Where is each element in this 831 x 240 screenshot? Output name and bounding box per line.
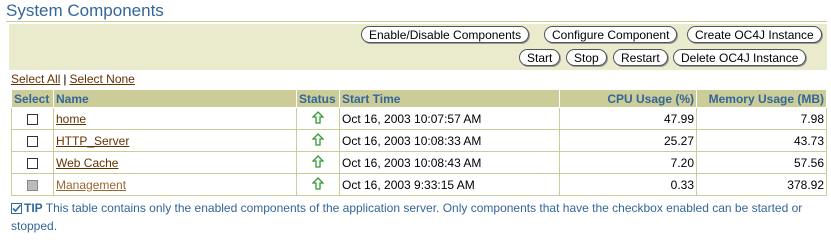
cpu-usage: 47.99 — [559, 107, 697, 130]
table-row: HTTP_Server Oct 16, 2003 10:08:33 AM 25.… — [11, 129, 827, 152]
start-time: Oct 16, 2003 10:07:57 AM — [339, 107, 560, 130]
memory-usage: 7.98 — [696, 107, 827, 130]
arrow-up-icon — [311, 154, 325, 171]
table-row: Management Oct 16, 2003 9:33:15 AM 0.33 … — [11, 173, 827, 196]
checkmark-tip-icon — [11, 202, 22, 218]
arrow-up-icon — [311, 176, 325, 193]
tip-text: This table contains only the enabled com… — [11, 201, 803, 233]
cpu-usage: 0.33 — [559, 173, 697, 196]
row-checkbox-disabled — [27, 179, 38, 191]
start-time: Oct 16, 2003 10:08:43 AM — [339, 151, 560, 174]
configure-component-button[interactable]: Configure Component — [544, 26, 678, 43]
restart-button[interactable]: Restart — [613, 49, 668, 66]
arrow-up-icon — [311, 110, 325, 127]
enable-disable-components-button[interactable]: Enable/Disable Components — [361, 26, 530, 43]
tip-message: TIP This table contains only the enabled… — [11, 200, 821, 234]
start-button[interactable]: Start — [519, 49, 561, 66]
component-name-link[interactable]: HTTP_Server — [56, 134, 129, 148]
row-checkbox[interactable] — [27, 113, 38, 125]
selection-links: Select All | Select None — [11, 72, 135, 86]
memory-usage: 57.56 — [696, 151, 827, 174]
stop-button[interactable]: Stop — [566, 49, 607, 66]
create-oc4j-instance-button[interactable]: Create OC4J Instance — [687, 26, 822, 43]
header-cpu-usage: CPU Usage (%) — [559, 89, 697, 108]
start-time: Oct 16, 2003 9:33:15 AM — [339, 173, 560, 196]
row-checkbox[interactable] — [27, 135, 38, 147]
memory-usage: 378.92 — [696, 173, 827, 196]
cpu-usage: 7.20 — [559, 151, 697, 174]
table-header-row: Select Name Status Start Time CPU Usage … — [11, 89, 827, 108]
header-select: Select — [11, 89, 54, 108]
header-memory-usage: Memory Usage (MB) — [696, 89, 827, 108]
page-title: System Components — [6, 1, 164, 20]
select-none-link[interactable]: Select None — [69, 72, 134, 86]
component-name-link[interactable]: Management — [56, 178, 126, 192]
table-row: home Oct 16, 2003 10:07:57 AM 47.99 7.98 — [11, 107, 827, 130]
start-time: Oct 16, 2003 10:08:33 AM — [339, 129, 560, 152]
header-status: Status — [296, 89, 340, 108]
components-table: Select Name Status Start Time CPU Usage … — [11, 89, 827, 196]
component-name-link[interactable]: home — [56, 112, 86, 126]
table-row: Web Cache Oct 16, 2003 10:08:43 AM 7.20 … — [11, 151, 827, 174]
tip-label: TIP — [24, 201, 43, 215]
select-all-link[interactable]: Select All — [11, 72, 60, 86]
component-name-link[interactable]: Web Cache — [56, 156, 118, 170]
cpu-usage: 25.27 — [559, 129, 697, 152]
delete-oc4j-instance-button[interactable]: Delete OC4J Instance — [673, 49, 807, 66]
row-checkbox[interactable] — [27, 157, 38, 169]
memory-usage: 43.73 — [696, 129, 827, 152]
arrow-up-icon — [311, 132, 325, 149]
header-start-time: Start Time — [339, 89, 560, 108]
title-divider — [6, 21, 827, 22]
header-name: Name — [53, 89, 297, 108]
